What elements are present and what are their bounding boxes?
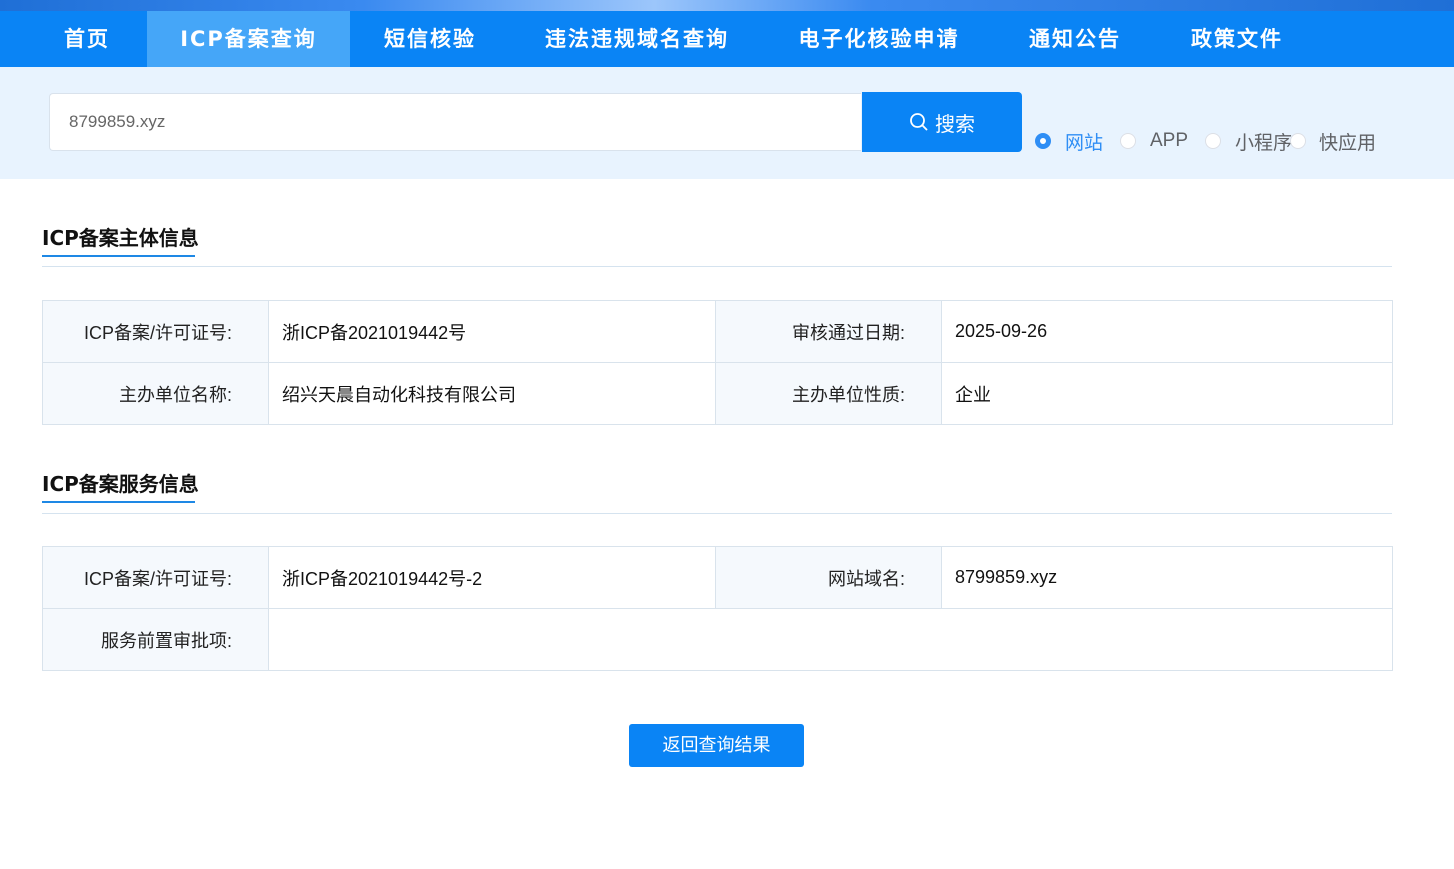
org-name-value: 绍兴天晨自动化科技有限公司 bbox=[268, 362, 716, 425]
nav-item-home[interactable]: 首页 bbox=[34, 11, 140, 67]
radio-label-app: APP bbox=[1150, 130, 1189, 151]
radio-type-website[interactable]: 网站 bbox=[1035, 129, 1104, 154]
org-type-value: 企业 bbox=[941, 362, 1393, 425]
radio-type-quickapp[interactable]: 快应用 bbox=[1290, 129, 1377, 154]
entity-info-title-underline bbox=[42, 255, 195, 257]
radio-label-quickapp: 快应用 bbox=[1319, 132, 1377, 154]
entity-info-table: ICP备案/许可证号: 浙ICP备2021019442号 审核通过日期: 202… bbox=[42, 300, 1393, 425]
license-label: ICP备案/许可证号: bbox=[42, 300, 269, 363]
radio-circle bbox=[1205, 133, 1221, 149]
service-info-title: ICP备案服务信息 bbox=[42, 472, 199, 496]
service-license-value: 浙ICP备2021019442号-2 bbox=[268, 546, 716, 609]
domain-label: 网站域名: bbox=[715, 546, 942, 609]
radio-type-app[interactable]: APP bbox=[1120, 129, 1188, 153]
table-row: 主办单位名称: 绍兴天晨自动化科技有限公司 主办单位性质: 企业 bbox=[42, 362, 1393, 425]
search-button-label: 搜索 bbox=[935, 113, 975, 136]
service-info-title-underline bbox=[42, 501, 195, 503]
table-row: ICP备案/许可证号: 浙ICP备2021019442号 审核通过日期: 202… bbox=[42, 300, 1393, 363]
nav-item-sms-verify[interactable]: 短信核验 bbox=[372, 11, 488, 67]
entity-info-title: ICP备案主体信息 bbox=[42, 226, 199, 250]
nav-item-e-verify-apply[interactable]: 电子化核验申请 bbox=[786, 11, 972, 67]
radio-circle bbox=[1120, 133, 1136, 149]
domain-value: 8799859.xyz bbox=[941, 546, 1393, 609]
service-info-table: ICP备案/许可证号: 浙ICP备2021019442号-2 网站域名: 879… bbox=[42, 546, 1393, 671]
radio-label-miniprogram: 小程序 bbox=[1235, 132, 1293, 154]
nav-item-illegal-domain-query[interactable]: 违法违规域名查询 bbox=[534, 11, 740, 67]
radio-circle bbox=[1290, 133, 1306, 149]
approve-date-label: 审核通过日期: bbox=[715, 300, 942, 363]
search-input[interactable] bbox=[49, 93, 861, 151]
pre-approval-label: 服务前置审批项: bbox=[42, 608, 269, 671]
search-button[interactable]: 搜索 bbox=[862, 92, 1022, 152]
main-nav: 首页 ICP备案查询 短信核验 违法违规域名查询 电子化核验申请 通知公告 政策… bbox=[0, 11, 1454, 67]
section-divider bbox=[42, 513, 1392, 514]
license-value: 浙ICP备2021019442号 bbox=[268, 300, 716, 363]
table-row: ICP备案/许可证号: 浙ICP备2021019442号-2 网站域名: 879… bbox=[42, 546, 1393, 609]
radio-type-miniprogram[interactable]: 小程序 bbox=[1205, 129, 1293, 154]
search-icon bbox=[910, 113, 928, 131]
pre-approval-value bbox=[268, 608, 1393, 671]
org-type-label: 主办单位性质: bbox=[715, 362, 942, 425]
nav-item-icp-query[interactable]: ICP备案查询 bbox=[147, 11, 350, 67]
radio-label-website: 网站 bbox=[1065, 132, 1104, 154]
org-name-label: 主办单位名称: bbox=[42, 362, 269, 425]
nav-item-policy-files[interactable]: 政策文件 bbox=[1179, 11, 1295, 67]
top-banner-strip bbox=[0, 0, 1454, 11]
section-divider bbox=[42, 266, 1392, 267]
radio-circle-checked bbox=[1035, 133, 1051, 149]
approve-date-value: 2025-09-26 bbox=[941, 300, 1393, 363]
back-to-results-button[interactable]: 返回查询结果 bbox=[629, 724, 804, 767]
service-license-label: ICP备案/许可证号: bbox=[42, 546, 269, 609]
nav-item-notices[interactable]: 通知公告 bbox=[1017, 11, 1133, 67]
table-row: 服务前置审批项: bbox=[42, 608, 1393, 671]
